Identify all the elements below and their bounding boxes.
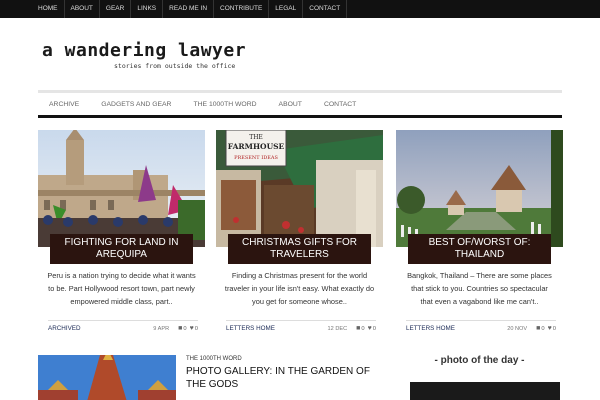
post-meta-arequipa: ARCHIVED 9 APR ■ 0 ♥ 0 — [48, 320, 198, 332]
post-excerpt-arequipa: Peru is a nation trying to decide what i… — [47, 271, 196, 306]
site-title: a wandering lawyer — [42, 40, 247, 61]
photo-of-the-day-heading: - photo of the day - — [434, 355, 525, 366]
photo-of-the-day-image[interactable] — [410, 382, 560, 400]
post-title-christmas[interactable]: CHRISTMAS GIFTS FOR TRAVELERS — [228, 234, 371, 264]
comment-count: 0 — [361, 325, 365, 332]
post-excerpt-thailand: Bangkok, Thailand – There are some place… — [407, 271, 552, 306]
comment-count: 0 — [541, 325, 545, 332]
post-category[interactable]: LETTERS HOME — [406, 325, 507, 332]
post-category[interactable]: ARCHIVED — [48, 325, 153, 332]
top-nav-about[interactable]: ABOUT — [65, 0, 100, 18]
comment-icon[interactable]: ■ — [356, 325, 360, 332]
top-nav-contribute[interactable]: CONTRIBUTE — [214, 0, 270, 18]
top-nav: HOME ABOUT GEAR LINKS READ ME IN CONTRIB… — [0, 0, 600, 18]
post-title-arequipa[interactable]: FIGHTING FOR LAND IN AREQUIPA — [50, 234, 193, 264]
shop-sign-line2: FARMHOUSE — [228, 142, 285, 151]
main-nav-gadgets-and-gear[interactable]: GADGETS AND GEAR — [90, 101, 182, 108]
top-nav-links[interactable]: LINKS — [131, 0, 164, 18]
post-image-thailand[interactable] — [396, 130, 563, 247]
top-nav-gear[interactable]: GEAR — [100, 0, 132, 18]
post-card-arequipa: FIGHTING FOR LAND IN AREQUIPA Peru is a … — [38, 130, 205, 335]
main-nav-archive[interactable]: ARCHIVE — [38, 101, 90, 108]
post-category[interactable]: LETTERS HOME — [226, 325, 328, 332]
bottom-post-category[interactable]: THE 1000TH WORD — [186, 356, 242, 362]
post-meta-christmas: LETTERS HOME 12 DEC ■ 0 ♥ 0 — [226, 320, 376, 332]
top-nav-home[interactable]: HOME — [32, 0, 65, 18]
top-nav-contact[interactable]: CONTACT — [303, 0, 348, 18]
post-title-thailand[interactable]: BEST OF/WORST OF: THAILAND — [408, 234, 551, 264]
heart-icon[interactable]: ♥ — [548, 325, 552, 332]
bottom-post-title[interactable]: PHOTO GALLERY: IN THE GARDEN OF THE GODS — [186, 366, 376, 391]
main-nav: ARCHIVE GADGETS AND GEAR THE 1000TH WORD… — [38, 90, 562, 118]
post-meta-thailand: LETTERS HOME 20 NOV ■ 0 ♥ 0 — [406, 320, 556, 332]
heart-icon[interactable]: ♥ — [368, 325, 372, 332]
shop-sign-line3: PRESENT IDEAS — [234, 155, 278, 161]
site-logo[interactable]: a wandering lawyer stories from outside … — [42, 40, 247, 70]
post-date: 12 DEC — [327, 325, 348, 332]
post-image-christmas[interactable]: THE FARMHOUSE PRESENT IDEAS — [216, 130, 383, 247]
post-date: 9 APR — [153, 325, 170, 332]
like-count: 0 — [552, 325, 556, 332]
main-nav-1000th-word[interactable]: THE 1000TH WORD — [182, 101, 267, 108]
post-card-thailand: BEST OF/WORST OF: THAILAND Bangkok, Thai… — [396, 130, 563, 335]
site-tagline: stories from outside the office — [114, 62, 236, 70]
main-nav-contact[interactable]: CONTACT — [313, 101, 367, 108]
comment-count: 0 — [183, 325, 187, 332]
post-image-arequipa[interactable] — [38, 130, 205, 247]
like-count: 0 — [372, 325, 376, 332]
post-excerpt-christmas: Finding a Christmas present for the worl… — [224, 271, 375, 306]
shop-sign-line1: THE — [249, 134, 263, 141]
main-nav-about[interactable]: ABOUT — [268, 101, 313, 108]
like-count: 0 — [194, 325, 198, 332]
comment-icon[interactable]: ■ — [536, 325, 540, 332]
top-bar: HOME ABOUT GEAR LINKS READ ME IN CONTRIB… — [0, 0, 600, 18]
post-date: 20 NOV — [507, 325, 528, 332]
comment-icon[interactable]: ■ — [178, 325, 182, 332]
heart-icon[interactable]: ♥ — [190, 325, 194, 332]
top-nav-read-me-in[interactable]: READ ME IN — [163, 0, 215, 18]
top-nav-legal[interactable]: LEGAL — [269, 0, 304, 18]
post-card-christmas: THE FARMHOUSE PRESENT IDEAS CHRISTMAS GI… — [216, 130, 383, 335]
post-image-garden-of-gods[interactable] — [38, 355, 176, 400]
